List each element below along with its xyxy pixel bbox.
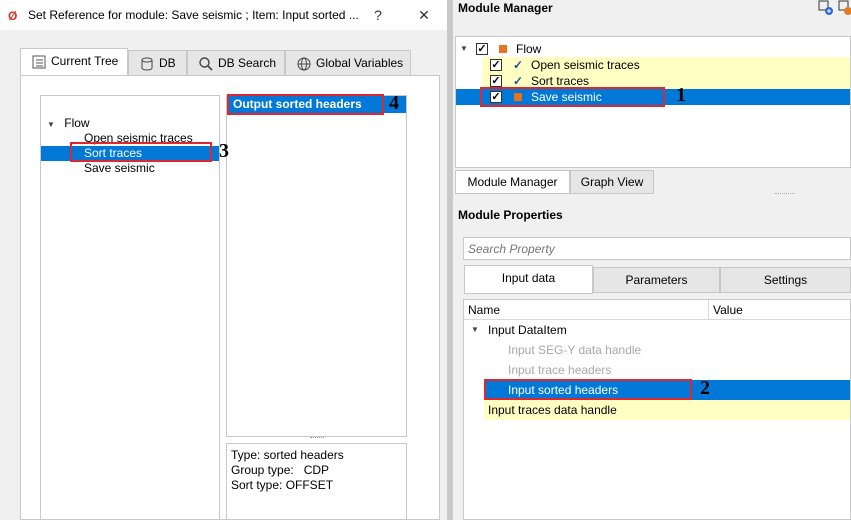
annotation-box-3 bbox=[70, 142, 212, 162]
property-group-input-dataitem[interactable]: ▼ Input DataItem bbox=[464, 320, 850, 340]
module-tree-root-flow[interactable]: ▼ ✓ Flow bbox=[456, 41, 850, 57]
annotation-number-2: 2 bbox=[700, 377, 710, 399]
item-info-box: Type: sorted headers Group type: CDP Sor… bbox=[226, 443, 407, 520]
module-item-open-seismic-traces[interactable]: ✓ ✓ Open seismic traces bbox=[482, 57, 850, 73]
dialog-title: Set Reference for module: Save seismic ;… bbox=[28, 8, 359, 22]
svg-text:Ø: Ø bbox=[8, 9, 17, 22]
info-group-type: Group type: CDP bbox=[231, 463, 330, 477]
property-row-input-trace-headers[interactable]: Input trace headers bbox=[508, 360, 611, 380]
checkbox-icon[interactable]: ✓ bbox=[490, 75, 502, 87]
help-button[interactable]: ? bbox=[368, 5, 388, 25]
annotation-number-1: 1 bbox=[676, 84, 686, 106]
check-icon: ✓ bbox=[513, 58, 524, 72]
app-logo-icon: Ø bbox=[8, 9, 17, 22]
column-header-name[interactable]: Name bbox=[464, 300, 709, 320]
column-header-value[interactable]: Value bbox=[709, 300, 850, 320]
tab-label: Current Tree bbox=[51, 54, 119, 68]
reference-items-list: Output sorted headers bbox=[226, 95, 407, 437]
tab-label: DB bbox=[159, 56, 176, 70]
tab-settings[interactable]: Settings bbox=[720, 267, 851, 293]
tab-graph-view[interactable]: Graph View bbox=[570, 170, 654, 194]
module-square-icon bbox=[499, 45, 507, 53]
tree-icon bbox=[32, 55, 46, 69]
tab-label: DB Search bbox=[218, 56, 277, 70]
search-icon bbox=[199, 57, 213, 71]
splitter-handle[interactable] bbox=[775, 193, 795, 196]
globe-icon bbox=[297, 57, 311, 71]
annotation-number-3: 3 bbox=[219, 140, 229, 162]
search-property-input[interactable] bbox=[463, 237, 851, 260]
annotation-box-1 bbox=[480, 87, 665, 107]
splitter-handle[interactable] bbox=[310, 437, 324, 441]
property-row-input-segy-data-handle[interactable]: Input SEG-Y data handle bbox=[508, 340, 641, 360]
checkbox-icon[interactable]: ✓ bbox=[490, 59, 502, 71]
annotation-box-2 bbox=[484, 379, 692, 400]
annotation-box-4 bbox=[227, 94, 384, 115]
info-type: Type: sorted headers bbox=[231, 448, 344, 462]
annotation-number-4: 4 bbox=[389, 92, 399, 114]
tab-module-manager[interactable]: Module Manager bbox=[455, 170, 570, 194]
tab-input-data[interactable]: Input data bbox=[464, 265, 593, 294]
database-icon bbox=[141, 57, 153, 71]
module-properties-title: Module Properties bbox=[458, 208, 563, 222]
info-sort-type: Sort type: OFFSET bbox=[231, 478, 334, 492]
close-button[interactable]: ✕ bbox=[414, 5, 434, 25]
property-row-input-traces-data-handle[interactable]: Input traces data handle bbox=[484, 400, 850, 420]
module-manager-title: Module Manager bbox=[458, 1, 553, 15]
tree-root-flow[interactable]: ▼ Flow bbox=[41, 116, 219, 131]
expand-arrow-icon: ▼ bbox=[460, 44, 468, 53]
property-table: Name Value ▼ Input DataItem Input SEG-Y … bbox=[463, 299, 851, 520]
tab-label: Global Variables bbox=[316, 56, 404, 70]
dialog-titlebar: Ø Set Reference for module: Save seismic… bbox=[0, 0, 447, 30]
expand-arrow-icon: ▼ bbox=[47, 120, 55, 129]
tab-parameters[interactable]: Parameters bbox=[593, 267, 720, 293]
tab-db-search[interactable]: DB Search bbox=[187, 50, 285, 76]
expand-arrow-icon: ▼ bbox=[471, 325, 479, 334]
checkbox-icon[interactable]: ✓ bbox=[476, 43, 488, 55]
tab-current-tree[interactable]: Current Tree bbox=[20, 48, 128, 76]
add-module-icon[interactable] bbox=[818, 0, 834, 16]
tab-db[interactable]: DB bbox=[128, 50, 187, 76]
remove-module-icon[interactable] bbox=[838, 0, 851, 16]
tree-item-save-seismic[interactable]: Save seismic bbox=[41, 161, 219, 176]
tab-global-variables[interactable]: Global Variables bbox=[285, 50, 411, 76]
